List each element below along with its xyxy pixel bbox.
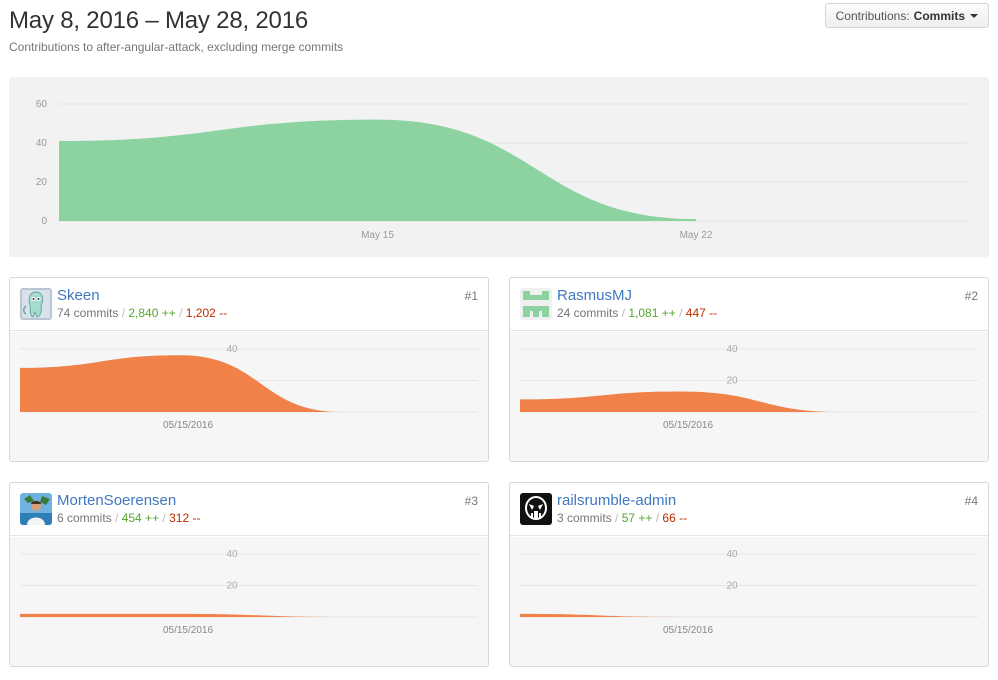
contributor-stats: 74 commits / 2,840 ++ / 1,202 -- xyxy=(57,306,228,320)
caret-down-icon xyxy=(970,13,978,18)
contributor-card-header: Skeen 74 commits / 2,840 ++ / 1,202 -- #… xyxy=(10,278,488,331)
contributor-graph: 20 40 05/15/2016 xyxy=(10,537,488,666)
commit-count: 6 commits xyxy=(57,511,112,525)
y-tick-label: 40 xyxy=(726,344,738,355)
deletions-count: 312 -- xyxy=(169,511,201,525)
contributor-graph: 20 40 05/15/2016 xyxy=(510,537,988,666)
deletions-count: 66 -- xyxy=(662,511,688,525)
y-tick-label: 20 xyxy=(226,581,238,592)
contributor-card-header: RasmusMJ 24 commits / 1,081 ++ / 447 -- … xyxy=(510,278,988,331)
contributor-stats: 3 commits / 57 ++ / 66 -- xyxy=(557,511,688,525)
contributor-card-header: MortenSoerensen 6 commits / 454 ++ / 312… xyxy=(10,483,488,536)
contributor-name-link[interactable]: Skeen xyxy=(57,287,100,304)
y-tick-label: 40 xyxy=(726,549,738,560)
contributor-card: MortenSoerensen 6 commits / 454 ++ / 312… xyxy=(9,482,489,667)
skeen-avatar-icon[interactable] xyxy=(20,288,52,320)
y-tick-label: 40 xyxy=(36,138,48,149)
y-tick-label: 20 xyxy=(726,581,738,592)
contributor-card: RasmusMJ 24 commits / 1,081 ++ / 447 -- … xyxy=(509,277,989,462)
contributor-stats: 24 commits / 1,081 ++ / 447 -- xyxy=(557,306,718,320)
contributor-name-link[interactable]: MortenSoerensen xyxy=(57,492,176,509)
contributor-rank: #1 xyxy=(464,289,478,303)
commit-count: 24 commits xyxy=(557,306,619,320)
contributor-area-chart: 20 40 05/15/2016 xyxy=(520,344,978,431)
deletions-count: 1,202 -- xyxy=(185,306,228,320)
contributor-card: railsrumble-admin 3 commits / 57 ++ / 66… xyxy=(509,482,989,667)
y-tick-label: 40 xyxy=(226,344,238,355)
additions-count: 57 ++ xyxy=(621,511,653,525)
y-tick-label: 60 xyxy=(36,99,48,110)
contributor-rank: #4 xyxy=(964,494,978,508)
contributor-name-link[interactable]: railsrumble-admin xyxy=(557,492,676,509)
y-tick-label: 0 xyxy=(41,216,47,227)
additions-count: 2,840 ++ xyxy=(128,306,176,320)
identicon-avatar-icon[interactable] xyxy=(520,288,552,320)
contributor-rank: #3 xyxy=(464,494,478,508)
contributor-area-chart: 204005/15/2016 xyxy=(20,344,478,431)
x-tick-label: May 22 xyxy=(680,230,713,241)
page-subtitle: Contributions to after-angular-attack, e… xyxy=(9,40,344,54)
contributor-graph: 204005/15/2016 xyxy=(10,332,488,461)
commit-count: 74 commits xyxy=(57,306,119,320)
photo-avatar-icon[interactable] xyxy=(20,493,52,525)
deletions-count: 447 -- xyxy=(685,306,718,320)
contributor-commits-area xyxy=(20,613,341,617)
x-tick-label: 05/15/2016 xyxy=(663,625,713,636)
contributor-card: Skeen 74 commits / 2,840 ++ / 1,202 -- #… xyxy=(9,277,489,462)
y-tick-label: 20 xyxy=(36,177,48,188)
contributor-area-chart: 20 40 05/15/2016 xyxy=(520,549,978,636)
commits-area xyxy=(59,119,696,221)
contributor-name-link[interactable]: RasmusMJ xyxy=(557,287,632,304)
page-header: May 8, 2016 – May 28, 2016 Contributions… xyxy=(9,3,989,66)
additions-count: 454 ++ xyxy=(121,511,160,525)
contributor-commits-area xyxy=(520,391,841,412)
additions-count: 1,081 ++ xyxy=(628,306,676,320)
x-tick-label: 05/15/2016 xyxy=(163,625,213,636)
contributor-area-chart: 20 40 05/15/2016 xyxy=(20,549,478,636)
contributions-select-label: Contributions: xyxy=(835,8,910,23)
main-area-chart: 0 20 40 60 May 15 May 22 xyxy=(36,99,967,241)
commit-count: 3 commits xyxy=(557,511,612,525)
contributor-rank: #2 xyxy=(964,289,978,303)
contributor-card-header: railsrumble-admin 3 commits / 57 ++ / 66… xyxy=(510,483,988,536)
x-tick-label: May 15 xyxy=(361,230,394,241)
contributor-stats: 6 commits / 454 ++ / 312 -- xyxy=(57,511,201,525)
contributor-commits-area xyxy=(20,355,341,412)
x-tick-label: 05/15/2016 xyxy=(663,420,713,431)
commits-over-time-graph: 0 20 40 60 May 15 May 22 xyxy=(9,77,989,257)
contributions-select-value: Commits xyxy=(913,8,965,23)
robot-avatar-icon[interactable] xyxy=(520,493,552,525)
contributions-select-button[interactable]: Contributions: Commits xyxy=(824,3,989,28)
y-tick-label: 20 xyxy=(726,376,738,387)
contributor-graph: 20 40 05/15/2016 xyxy=(510,332,988,461)
x-tick-label: 05/15/2016 xyxy=(163,420,213,431)
y-tick-label: 40 xyxy=(226,549,238,560)
